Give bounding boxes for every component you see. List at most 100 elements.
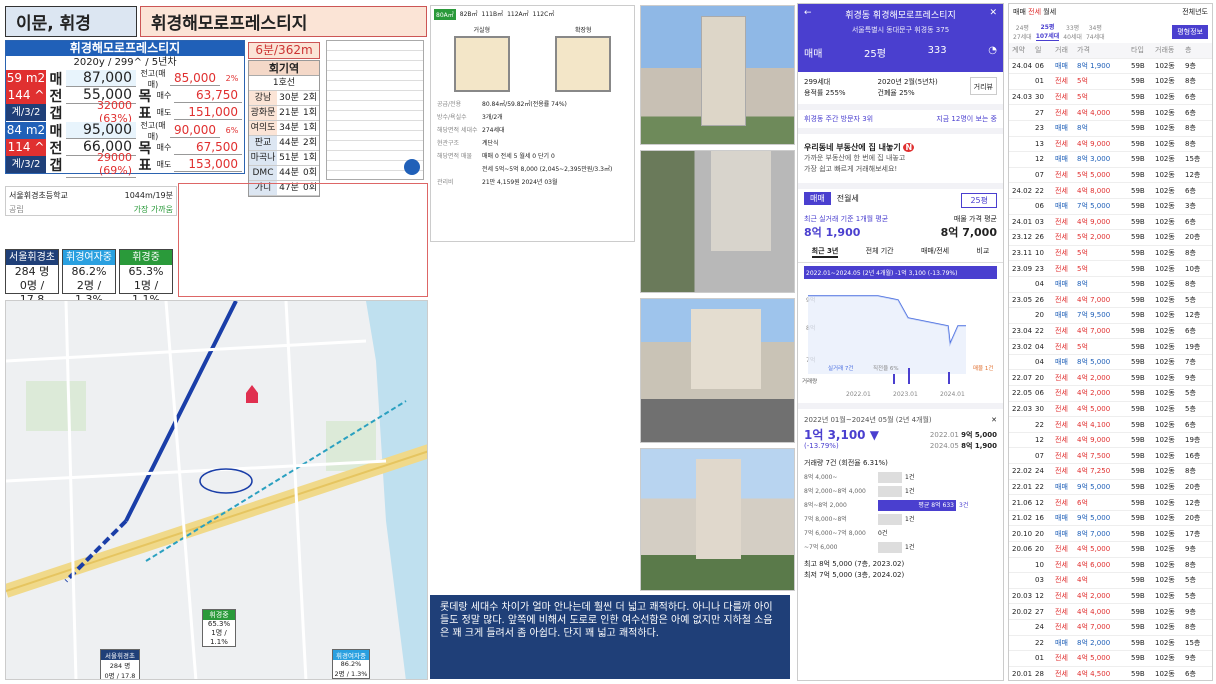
record-row[interactable]: 22.07 20 전세 4억 2,000 59B 102동 9층 [1009,370,1212,387]
record-row[interactable]: 24.03 30 전세 5억 59B 102동 6층 [1009,90,1212,106]
period-tab-3y[interactable]: 최근 3년 [811,246,839,258]
record-row[interactable]: 24.01 03 전세 4억 9,000 59B 102동 6층 [1009,215,1212,231]
record-row[interactable]: 07 전세 4억 7,500 59B 102동 16층 [1009,448,1212,465]
size-info-button[interactable]: 평형정보 [1172,24,1208,39]
record-unit-type: 59B [1131,77,1145,86]
sell-banner[interactable]: 우리동네 부동산에 집 내놓기 N 가까운 부동산에 한 번에 집 내놓고 가장… [798,128,1003,189]
record-row[interactable]: 10 전세 4억 6,000 59B 102동 8층 [1009,558,1212,574]
record-row[interactable]: 22.02 24 전세 4억 7,250 59B 102동 8층 [1009,464,1212,480]
record-row[interactable]: 07 전세 5억 5,000 59B 102동 12층 [1009,168,1212,184]
record-row[interactable]: 12 매매 8억 3,000 59B 102동 15층 [1009,152,1212,168]
size-select[interactable]: 25평 [864,45,886,60]
record-row[interactable]: 04 매매 8억 59B 102동 8층 [1009,277,1212,293]
close-icon[interactable]: ✕ [989,8,997,21]
building-icon [691,309,761,389]
period-text: 2022년 01월~2024년 05월 (2년 4개월) [804,416,932,424]
tab-82b[interactable]: 82B㎡ [460,9,478,20]
period-tab-salerent[interactable]: 매매/전세 [921,246,949,258]
record-month: 23.12 [1012,233,1033,242]
record-row[interactable]: 23.09 23 전세 5억 59B 102동 10층 [1009,261,1212,277]
record-row[interactable]: 24 전세 4억 7,000 59B 102동 8층 [1009,620,1212,636]
records-tab-monthly[interactable]: 월세 [1043,8,1056,16]
record-month: 23.04 [1012,326,1033,335]
dist-count: 1건 [905,488,915,495]
record-row[interactable]: 22.03 30 전세 4억 5,000 59B 102동 5층 [1009,402,1212,418]
tab-sale[interactable]: 매매 [804,192,831,205]
deal-type-select[interactable]: 매매 [804,45,822,60]
record-row[interactable]: 01 전세 5억 59B 102동 8층 [1009,74,1212,90]
record-row[interactable]: 23.05 26 전세 4억 7,000 59B 102동 5층 [1009,293,1212,309]
visitor-rank: 휘경동 주간 방문자 3위 [804,115,874,123]
record-row[interactable]: 20.03 12 전세 4억 2,000 59B 102동 5층 [1009,589,1212,605]
record-row[interactable]: 20 매매 7억 9,500 59B 102동 12층 [1009,308,1212,324]
close-detail-icon[interactable]: ✕ [991,415,997,426]
record-floor: 9층 [1185,607,1196,616]
record-row[interactable]: 04 매매 8억 5,000 59B 102동 7층 [1009,355,1212,371]
record-row[interactable]: 21.02 16 매매 9억 5,000 59B 102동 20층 [1009,511,1212,527]
record-row[interactable]: 22 매매 8억 2,000 59B 102동 15층 [1009,636,1212,652]
building-icon [711,151,771,251]
record-type: 전세 [1055,249,1068,258]
record-row[interactable]: 20.10 20 매매 8억 7,000 59B 102동 17층 [1009,526,1212,542]
back-icon[interactable]: ← [804,8,812,21]
record-row[interactable]: 01 전세 4억 5,000 59B 102동 9층 [1009,651,1212,667]
record-row[interactable]: 23 매매 8억 59B 102동 8층 [1009,121,1212,137]
min-price: 최저 7억 5,000 (3층, 2024.02) [804,571,905,579]
area-map[interactable]: 휘경중 65.3% 1명 / 1.1% 서울휘경초 284 명 0명 / 17.… [5,300,428,680]
record-row[interactable]: 24.04 06 매매 8억 1,900 59B 102동 9층 [1009,59,1212,75]
record-row[interactable]: 21.06 12 전세 6억 59B 102동 12층 [1009,495,1212,511]
record-price: 5억 5,000 [1077,171,1111,180]
app-header: ← 휘경동 휘경해모로프레스티지 ✕ 서울특별시 동대문구 휘경동 375 매매… [798,4,1003,72]
school-card-name: 휘경중 [120,250,172,265]
tab-rent[interactable]: 전월세 [831,192,865,205]
record-row[interactable]: 06 매매 7억 5,000 59B 102동 3층 [1009,199,1212,215]
record-type: 전세 [1055,186,1068,195]
records-tab-jeonse[interactable]: 전세 [1028,8,1041,16]
record-row[interactable]: 20.06 20 전세 4억 5,000 59B 102동 9층 [1009,542,1212,558]
record-type: 매매 [1055,311,1068,320]
record-row[interactable]: 12 전세 4억 9,000 59B 102동 19층 [1009,433,1212,449]
record-row[interactable]: 27 전세 4억 4,000 59B 102동 6층 [1009,105,1212,121]
size-tab[interactable]: 33평 40세대 [1063,23,1082,41]
record-row[interactable]: 23.12 26 전세 5억 2,000 59B 102동 20층 [1009,230,1212,246]
year-filter[interactable]: 전체년도 [1182,7,1208,17]
record-type: 전세 [1055,233,1068,242]
photo-3 [640,298,795,443]
pct-cell: 6% [225,126,239,135]
record-row[interactable]: 24.02 22 전세 4억 8,000 59B 102동 6층 [1009,183,1212,199]
record-row[interactable]: 13 전세 4억 9,000 59B 102동 8층 [1009,137,1212,153]
drop-value: 1억 3,100 ▼ [804,428,879,442]
record-building: 102동 [1155,124,1175,133]
bell-icon[interactable]: ◔ [988,45,997,60]
streetview-button[interactable]: 거리뷰 [969,77,997,95]
record-row[interactable]: 03 전세 4억 59B 102동 5층 [1009,573,1212,589]
visitor-link[interactable]: 지금 12명이 보는 중 [936,114,997,124]
volume-label: 거래량 [802,377,817,385]
record-unit-type: 59B [1131,186,1145,195]
size-tab[interactable]: 24평 27세대 [1013,23,1032,41]
record-row[interactable]: 23.04 22 전세 4억 7,000 59B 102동 6층 [1009,324,1212,340]
record-price: 4억 5,000 [1077,654,1111,663]
record-row[interactable]: 22.05 06 전세 4억 2,000 59B 102동 5층 [1009,386,1212,402]
comment-count[interactable]: 333 [928,45,947,60]
size-tab-active[interactable]: 25평 107세대 [1035,22,1060,41]
record-price: 9억 5,000 [1077,482,1111,491]
time: 44분 [279,138,299,148]
record-row[interactable]: 20.02 27 전세 4억 4,000 59B 102동 9층 [1009,604,1212,620]
record-row[interactable]: 23.02 04 전세 5억 59B 102동 19층 [1009,339,1212,355]
tab-111b[interactable]: 111B㎡ [482,9,504,20]
tab-80a[interactable]: 80A㎡ [434,9,456,20]
period-tab-compare[interactable]: 비교 [976,246,989,258]
tab-112a[interactable]: 112A㎡ [507,9,529,20]
record-row[interactable]: 22.01 22 매매 9억 5,000 59B 102동 20층 [1009,480,1212,496]
tab-112c[interactable]: 112C㎡ [533,9,555,20]
records-tab-sale[interactable]: 매매 [1013,8,1026,16]
record-row[interactable]: 20.01 28 전세 4억 4,500 59B 102동 6층 [1009,667,1212,680]
record-price: 4억 9,000 [1077,139,1111,148]
dist-bar [878,542,902,553]
size-tab[interactable]: 34평 74세대 [1086,23,1105,41]
size-dropdown[interactable]: 25평 [961,193,997,208]
record-row[interactable]: 23.11 10 전세 5억 59B 102동 8층 [1009,246,1212,262]
record-row[interactable]: 22 전세 4억 4,100 59B 102동 6층 [1009,417,1212,433]
period-tab-all[interactable]: 전체 기간 [866,246,894,258]
